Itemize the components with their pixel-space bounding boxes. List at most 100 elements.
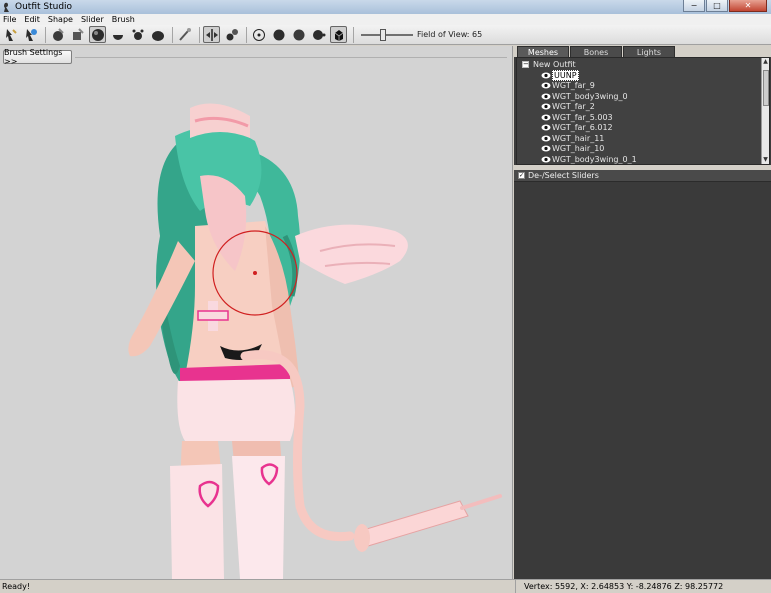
deselect-sliders-checkbox[interactable]: ✓ xyxy=(518,172,525,179)
standard-brush-icon xyxy=(52,27,64,41)
toolbar: Field of View: 65 xyxy=(0,25,771,45)
weight-brush-button[interactable] xyxy=(176,26,193,43)
mesh-item[interactable]: WGT_body3wing_0 xyxy=(541,91,637,102)
weld-icon xyxy=(226,28,238,40)
mesh-item[interactable]: WGT_hair_10 xyxy=(541,144,637,155)
visibility-eye-icon[interactable] xyxy=(541,82,551,89)
toolbar-separator xyxy=(172,26,173,43)
3d-viewport[interactable]: Brush Settings >> xyxy=(0,46,513,579)
mirror-icon xyxy=(205,28,218,41)
wireframe-icon xyxy=(334,29,343,41)
visibility-eye-icon[interactable] xyxy=(541,103,551,110)
mesh-item[interactable]: WGT_far_2 xyxy=(541,102,637,113)
shaded-view-button[interactable] xyxy=(270,26,287,43)
mesh-item-label: WGT_far_6.012 xyxy=(552,123,613,133)
mesh-item-label: UUNP xyxy=(552,69,579,81)
field-of-view-thumb[interactable] xyxy=(380,28,386,41)
menu-shape[interactable]: Shape xyxy=(48,15,73,24)
texture-view-button[interactable] xyxy=(290,26,307,43)
mesh-item[interactable]: WGT_body3wing_0_1 xyxy=(541,154,637,164)
menu-brush[interactable]: Brush xyxy=(112,15,135,24)
tree-root-label: New Outfit xyxy=(533,60,576,69)
scroll-thumb[interactable] xyxy=(763,70,769,106)
mask-brush-icon xyxy=(72,27,84,40)
deselect-sliders-label: De-/Select Sliders xyxy=(528,171,599,180)
mesh-item-label: WGT_hair_11 xyxy=(552,133,605,143)
menu-file[interactable]: File xyxy=(3,15,16,24)
lighting-view-button[interactable] xyxy=(310,26,327,43)
visibility-eye-icon[interactable] xyxy=(541,114,551,121)
visibility-eye-icon[interactable] xyxy=(541,124,551,131)
visibility-eye-icon[interactable] xyxy=(541,156,551,163)
mesh-item[interactable]: WGT_far_9 xyxy=(541,81,637,92)
shaded-view-icon xyxy=(273,29,284,40)
menu-slider[interactable]: Slider xyxy=(81,15,104,24)
window-title: Outfit Studio xyxy=(15,2,73,12)
mesh-list: UUNP WGT_far_9 WGT_body3wing_0 WGT_far_2… xyxy=(541,69,637,164)
mesh-item[interactable]: WGT_far_6.012 xyxy=(541,123,637,134)
mesh-item[interactable]: WGT_far_5.003 xyxy=(541,112,637,123)
tab-meshes[interactable]: Meshes xyxy=(517,46,569,57)
scroll-down-icon[interactable]: ▼ xyxy=(762,156,769,164)
brush-settings-divider xyxy=(75,57,507,58)
inflate-brush-button[interactable] xyxy=(89,26,106,43)
field-of-view-track xyxy=(361,33,413,36)
toolbar-separator xyxy=(199,26,200,43)
vertex-view-button[interactable] xyxy=(250,26,267,43)
tree-scrollbar[interactable]: ▲ ▼ xyxy=(761,58,769,164)
toolbar-separator xyxy=(246,26,247,43)
mesh-item-label: WGT_far_5.003 xyxy=(552,112,613,122)
weld-button[interactable] xyxy=(223,26,240,43)
tree-root-new-outfit[interactable]: − New Outfit xyxy=(522,60,576,69)
close-button[interactable]: ✕ xyxy=(729,0,767,12)
mirror-button[interactable] xyxy=(203,26,220,43)
outfit-tree[interactable]: − New Outfit UUNP WGT_far_9 WGT_body3win… xyxy=(516,57,770,165)
model-render xyxy=(128,103,502,579)
mesh-item-uunp[interactable]: UUNP xyxy=(541,69,637,81)
texture-view-icon xyxy=(293,29,304,40)
select-tool-icon xyxy=(5,28,17,41)
collapse-icon[interactable]: − xyxy=(522,61,529,68)
mesh-item-label: WGT_hair_10 xyxy=(552,144,605,154)
vertex-readout: Vertex: 5592, X: 2.64853 Y: -8.24876 Z: … xyxy=(524,582,724,591)
menu-bar: File Edit Shape Slider Brush xyxy=(0,14,771,25)
title-bar: Outfit Studio − □ ✕ xyxy=(0,0,771,14)
lighting-view-icon xyxy=(312,29,325,40)
vertex-view-icon xyxy=(252,28,265,41)
panel-tabs: Meshes Bones Lights xyxy=(514,46,771,57)
move-brush-button[interactable] xyxy=(129,26,146,43)
field-of-view-slider[interactable] xyxy=(361,28,413,41)
visibility-eye-icon[interactable] xyxy=(541,145,551,152)
field-of-view-label: Field of View: 65 xyxy=(417,30,483,39)
visibility-eye-icon[interactable] xyxy=(541,93,551,100)
deflate-brush-button[interactable] xyxy=(109,26,126,43)
brush-settings-button[interactable]: Brush Settings >> xyxy=(3,48,72,66)
wireframe-button[interactable] xyxy=(330,26,347,43)
mesh-item-label: WGT_body3wing_0 xyxy=(552,91,628,101)
scroll-up-icon[interactable]: ▲ xyxy=(762,58,769,66)
transform-tool-button[interactable] xyxy=(22,26,39,43)
smooth-brush-icon xyxy=(151,30,164,41)
outfit-studio-app-icon xyxy=(4,2,9,12)
smooth-brush-button[interactable] xyxy=(149,26,166,43)
weight-brush-icon xyxy=(178,27,191,41)
visibility-eye-icon[interactable] xyxy=(541,72,551,79)
tab-lights[interactable]: Lights xyxy=(623,46,675,57)
visibility-eye-icon[interactable] xyxy=(541,135,551,142)
move-brush-icon xyxy=(132,29,143,40)
standard-brush-button[interactable] xyxy=(49,26,66,43)
mask-brush-button[interactable] xyxy=(69,26,86,43)
tab-bones[interactable]: Bones xyxy=(570,46,622,57)
select-tool-button[interactable] xyxy=(2,26,19,43)
right-panel: Meshes Bones Lights − New Outfit UUNP WG… xyxy=(514,46,771,579)
status-message: Ready! xyxy=(0,579,516,593)
maximize-button[interactable]: □ xyxy=(706,0,728,12)
transform-tool-icon xyxy=(25,28,37,41)
slider-header: ✓ De-/Select Sliders xyxy=(514,170,771,182)
slider-list-area xyxy=(514,182,771,579)
menu-edit[interactable]: Edit xyxy=(24,15,40,24)
mesh-item-label: WGT_far_2 xyxy=(552,102,595,112)
mesh-item-label: WGT_body3wing_0_1 xyxy=(552,154,637,164)
minimize-button[interactable]: − xyxy=(683,0,705,12)
mesh-item[interactable]: WGT_hair_11 xyxy=(541,133,637,144)
